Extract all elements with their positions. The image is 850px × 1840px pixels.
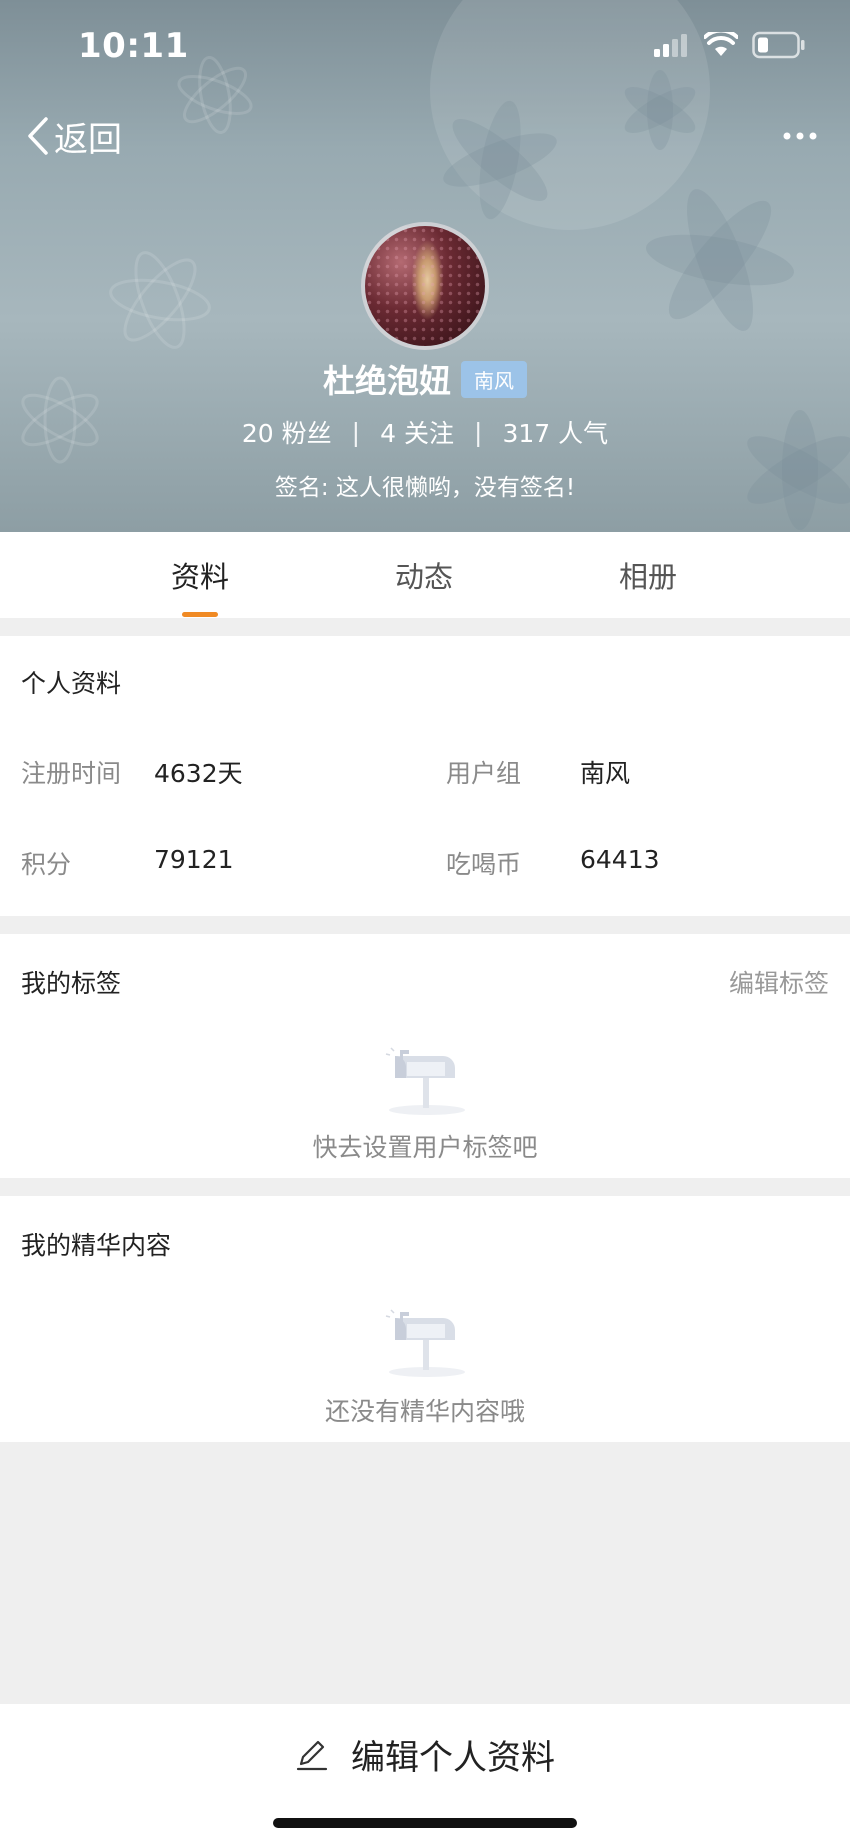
profile-header: 10:11 返回 杜绝泡妞 南风 20 粉丝 | 4 关注 | 317 人气 签… (0, 0, 850, 532)
avatar[interactable] (361, 222, 489, 350)
username: 杜绝泡妞 (322, 362, 451, 400)
status-time: 10:11 (78, 26, 189, 66)
points-label: 积分 (21, 850, 72, 879)
battery-icon (752, 31, 805, 59)
edit-tags-link[interactable]: 编辑标签 (729, 964, 829, 1000)
user-group-label: 用户组 (446, 759, 522, 788)
back-button[interactable]: 返回 (26, 112, 122, 160)
following-label: 关注 (403, 419, 454, 448)
followers-label: 粉丝 (281, 419, 332, 448)
popularity-label: 人气 (558, 419, 609, 448)
stats-row: 20 粉丝 | 4 关注 | 317 人气 (0, 414, 850, 450)
featured-title: 我的精华内容 (21, 1231, 172, 1260)
signature: 签名: 这人很懒哟，没有签名! (274, 475, 576, 501)
empty-mailbox-icon (385, 1047, 465, 1115)
featured-card: 我的精华内容 还没有精华内容哦 (0, 1196, 850, 1442)
wifi-icon (704, 32, 738, 56)
register-time-value: 4632天 (154, 759, 243, 788)
active-tab-indicator (182, 612, 218, 617)
stat-divider: | (351, 417, 361, 447)
tags-title: 我的标签 (21, 969, 122, 998)
tab-album[interactable]: 相册 (588, 554, 708, 596)
featured-empty-text: 还没有精华内容哦 (324, 1397, 525, 1426)
user-group-value: 南风 (580, 759, 631, 788)
more-dots-icon (783, 132, 817, 140)
status-icons (654, 30, 806, 60)
tab-activity[interactable]: 动态 (364, 554, 484, 596)
home-indicator (273, 1818, 577, 1828)
back-label: 返回 (54, 119, 122, 160)
following-stat[interactable]: 4 关注 (380, 414, 454, 450)
popularity-stat: 317 人气 (502, 414, 608, 450)
followers-stat[interactable]: 20 粉丝 (242, 414, 332, 450)
points-value: 79121 (154, 845, 234, 874)
tags-empty-text: 快去设置用户标签吧 (312, 1133, 538, 1162)
empty-mailbox-icon (385, 1309, 465, 1377)
cellular-signal-icon (654, 34, 687, 57)
stat-divider: | (474, 417, 483, 447)
name-row: 杜绝泡妞 南风 (0, 356, 850, 402)
personal-info-title: 个人资料 (21, 669, 122, 698)
edit-profile-button[interactable]: 编辑个人资料 (0, 1730, 850, 1779)
group-badge: 南风 (461, 360, 527, 398)
more-button[interactable] (772, 116, 828, 156)
coins-value: 64413 (580, 845, 660, 874)
coins-label: 吃喝币 (446, 850, 522, 879)
following-count: 4 (380, 419, 396, 448)
register-time-label: 注册时间 (21, 759, 122, 788)
tags-card: 我的标签 编辑标签 快去设置用户标签吧 (0, 934, 850, 1178)
chevron-left-icon (28, 117, 48, 155)
bottom-bar: 编辑个人资料 (0, 1704, 850, 1840)
edit-profile-label: 编辑个人资料 (351, 1738, 555, 1778)
status-bar: 10:11 (0, 0, 850, 92)
personal-info-card: 个人资料 注册时间 4632天 用户组 南风 积分 79121 吃喝币 6441… (0, 636, 850, 916)
profile-tabs: 资料 动态 相册 (0, 532, 850, 618)
popularity-count: 317 (502, 419, 551, 448)
tab-info[interactable]: 资料 (140, 554, 260, 596)
pencil-icon (296, 1740, 328, 1770)
followers-count: 20 (241, 419, 274, 448)
